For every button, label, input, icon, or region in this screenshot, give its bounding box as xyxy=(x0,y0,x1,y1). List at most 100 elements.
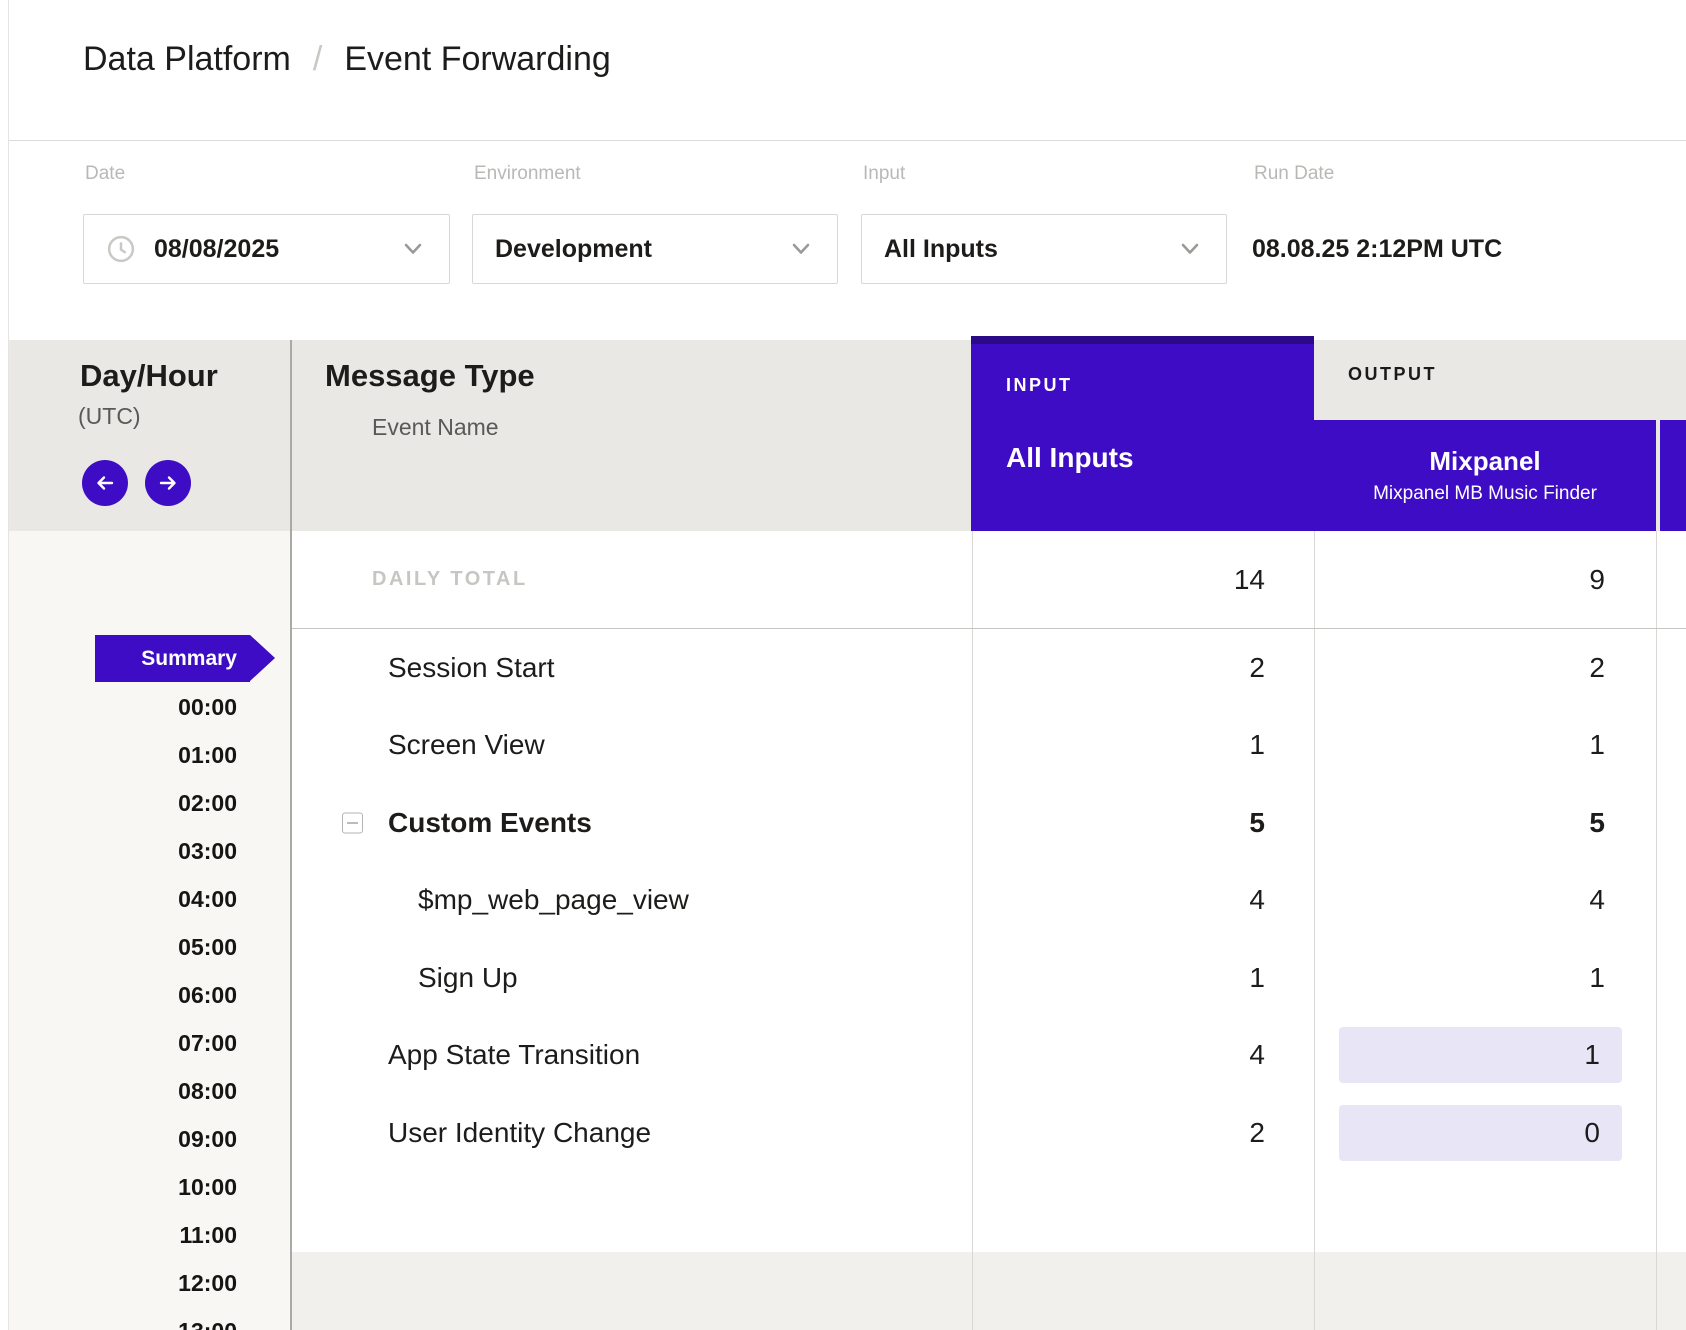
table-footer-area xyxy=(290,1252,1686,1330)
arrow-left-icon xyxy=(92,470,118,496)
output-count: 5 xyxy=(1314,807,1656,839)
event-name-label: App State Transition xyxy=(388,1039,640,1071)
chevron-down-icon xyxy=(787,235,815,263)
daily-total-output-count: 9 xyxy=(1314,564,1656,596)
event-name-label: User Identity Change xyxy=(388,1117,651,1149)
breadcrumb-section[interactable]: Data Platform xyxy=(83,40,291,79)
breadcrumb: Data Platform / Event Forwarding xyxy=(83,40,611,79)
environment-value: Development xyxy=(495,235,652,264)
event-name-cell: $mp_web_page_view xyxy=(292,884,972,916)
message-type-column-title: Message Type xyxy=(325,358,535,394)
input-column-name: All Inputs xyxy=(1006,442,1134,474)
event-name-label: Sign Up xyxy=(418,962,518,994)
page-title: Event Forwarding xyxy=(344,40,610,79)
output-count: 1 xyxy=(1314,962,1656,994)
input-count: 1 xyxy=(972,729,1314,761)
input-count: 1 xyxy=(972,962,1314,994)
input-count: 4 xyxy=(972,884,1314,916)
event-name-label: Custom Events xyxy=(388,807,592,839)
top-header-bar: Data Platform / Event Forwarding xyxy=(9,0,1686,141)
hour-slot[interactable]: 05:00 xyxy=(9,923,237,971)
table-row: User Identity Change 20 xyxy=(292,1094,1686,1172)
output-count-cell: 1 xyxy=(1314,1027,1656,1083)
minus-icon xyxy=(347,822,358,824)
event-name-cell: User Identity Change xyxy=(292,1117,972,1149)
event-name-label: Session Start xyxy=(388,652,555,684)
table-row: Session Start 22 xyxy=(292,629,1686,707)
output-count-cell: 0 xyxy=(1314,1105,1656,1161)
input-dropdown[interactable]: All Inputs xyxy=(861,214,1227,284)
event-name-cell: Sign Up xyxy=(292,962,972,994)
output-eyebrow-label: OUTPUT xyxy=(1348,364,1437,385)
breadcrumb-separator: / xyxy=(313,40,322,79)
summary-row-selector[interactable]: Summary xyxy=(95,635,250,682)
hour-slot[interactable]: 12:00 xyxy=(9,1259,237,1307)
run-date-value: 08.08.25 2:12PM UTC xyxy=(1252,214,1502,284)
input-count: 5 xyxy=(972,807,1314,839)
input-count: 2 xyxy=(972,1117,1314,1149)
hour-slot[interactable]: 08:00 xyxy=(9,1067,237,1115)
hour-slot[interactable]: 00:00 xyxy=(9,683,237,731)
table-row: App State Transition 41 xyxy=(292,1017,1686,1095)
table-row: Sign Up 11 xyxy=(292,939,1686,1017)
previous-day-button[interactable] xyxy=(82,460,128,506)
chevron-down-icon xyxy=(399,235,427,263)
hour-slot[interactable]: 10:00 xyxy=(9,1163,237,1211)
hour-slot[interactable]: 13:00 xyxy=(9,1307,237,1330)
daily-total-row: DAILY TOTAL 14 9 xyxy=(292,531,1686,629)
output-count: 2 xyxy=(1314,652,1656,684)
input-count: 4 xyxy=(972,1039,1314,1071)
day-hour-column-title: Day/Hour xyxy=(80,358,218,394)
collapse-toggle[interactable] xyxy=(342,812,363,833)
hour-slot[interactable]: 04:00 xyxy=(9,875,237,923)
day-hour-column-subtitle: (UTC) xyxy=(78,403,141,430)
chevron-down-icon xyxy=(1176,235,1204,263)
output-count: 1 xyxy=(1314,729,1656,761)
environment-dropdown[interactable]: Development xyxy=(472,214,838,284)
next-day-button[interactable] xyxy=(145,460,191,506)
next-output-column-partial xyxy=(1660,420,1686,531)
hour-slot[interactable]: 06:00 xyxy=(9,971,237,1019)
event-name-cell: Session Start xyxy=(292,652,972,684)
message-rows: Session Start22Screen View11Custom Event… xyxy=(292,629,1686,1172)
event-name-label: Screen View xyxy=(388,729,545,761)
highlighted-output-count: 0 xyxy=(1339,1105,1622,1161)
date-filter-label: Date xyxy=(85,163,125,185)
arrow-right-icon xyxy=(155,470,181,496)
hour-slot[interactable]: 01:00 xyxy=(9,731,237,779)
table-row: Screen View 11 xyxy=(292,707,1686,785)
event-forwarding-page: Data Platform / Event Forwarding Date 08… xyxy=(0,0,1686,1330)
input-eyebrow-label: INPUT xyxy=(1006,375,1073,396)
table-row: $mp_web_page_view 44 xyxy=(292,862,1686,940)
date-dropdown[interactable]: 08/08/2025 xyxy=(83,214,450,284)
highlighted-output-count: 1 xyxy=(1339,1027,1622,1083)
output-count: 4 xyxy=(1314,884,1656,916)
input-column-header: INPUT All Inputs xyxy=(971,336,1314,531)
event-name-cell: Screen View xyxy=(292,729,972,761)
hour-slot[interactable]: 03:00 xyxy=(9,827,237,875)
input-value: All Inputs xyxy=(884,235,998,264)
filter-bar: Date 08/08/2025 Environment Development xyxy=(9,141,1686,340)
output-subtitle: Mixpanel MB Music Finder xyxy=(1373,483,1597,505)
hour-list: 00:0001:0002:0003:0004:0005:0006:0007:00… xyxy=(9,683,237,1330)
hour-slot[interactable]: 07:00 xyxy=(9,1019,237,1067)
daily-total-label: DAILY TOTAL xyxy=(292,568,972,591)
hour-pagination xyxy=(82,460,191,506)
environment-filter-label: Environment xyxy=(474,163,581,185)
table-row: Custom Events 55 xyxy=(292,784,1686,862)
date-value: 08/08/2025 xyxy=(154,235,279,264)
event-name-label: $mp_web_page_view xyxy=(418,884,689,916)
event-name-cell: Custom Events xyxy=(292,807,972,839)
run-date-label: Run Date xyxy=(1254,163,1334,185)
message-type-column-subtitle: Event Name xyxy=(372,414,499,441)
event-name-cell: App State Transition xyxy=(292,1039,972,1071)
hour-slot[interactable]: 11:00 xyxy=(9,1211,237,1259)
output-column-header-mixpanel[interactable]: Mixpanel Mixpanel MB Music Finder xyxy=(1314,420,1656,531)
daily-total-input-count: 14 xyxy=(972,564,1314,596)
input-count: 2 xyxy=(972,652,1314,684)
hour-slot[interactable]: 02:00 xyxy=(9,779,237,827)
input-filter-label: Input xyxy=(863,163,905,185)
output-name: Mixpanel xyxy=(1429,446,1540,477)
hour-slot[interactable]: 09:00 xyxy=(9,1115,237,1163)
clock-icon xyxy=(106,234,136,264)
